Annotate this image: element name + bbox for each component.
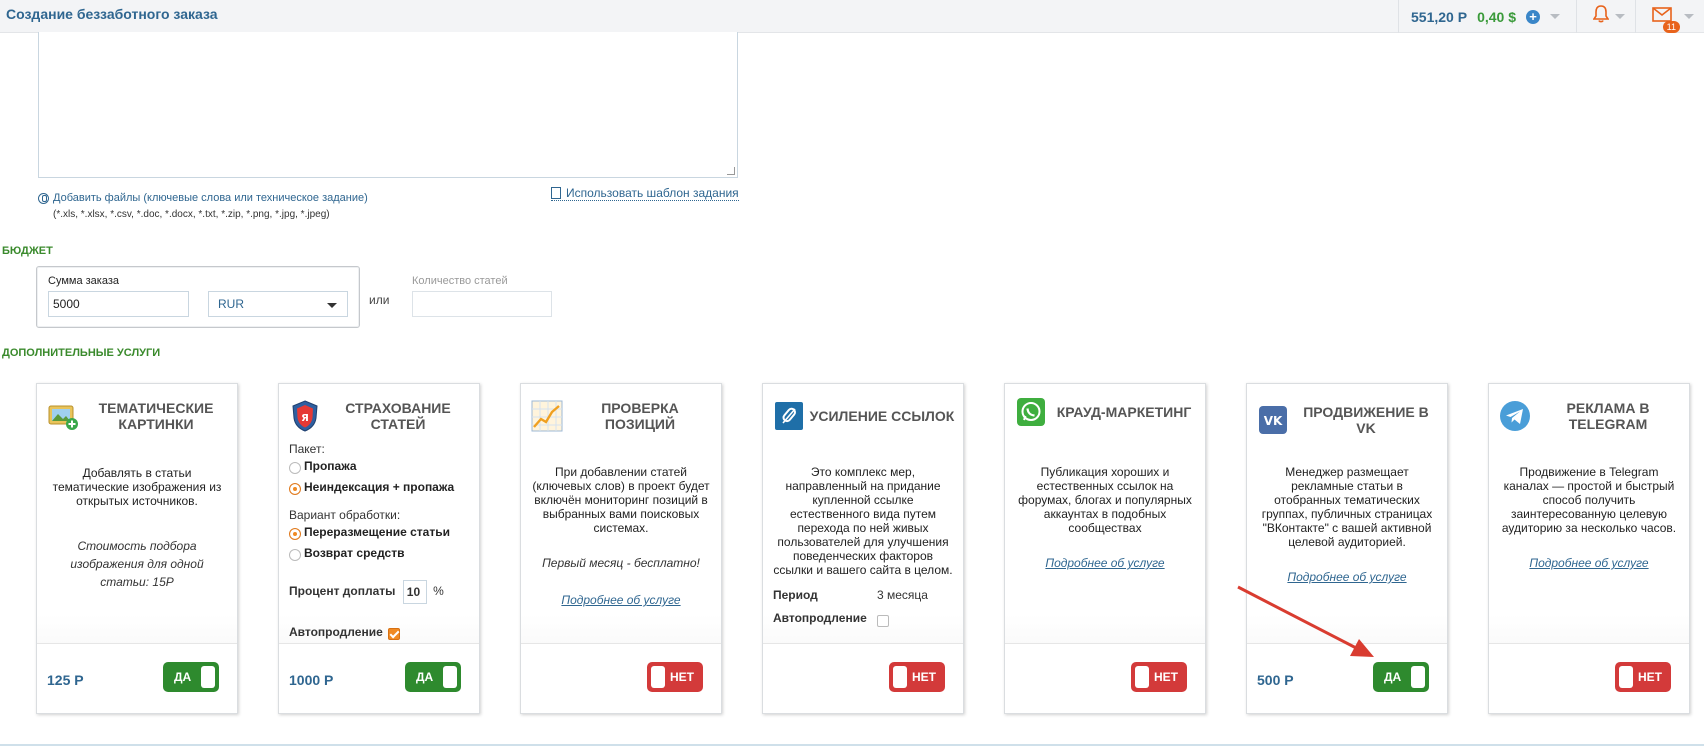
annotation-arrow-icon <box>1237 585 1374 657</box>
